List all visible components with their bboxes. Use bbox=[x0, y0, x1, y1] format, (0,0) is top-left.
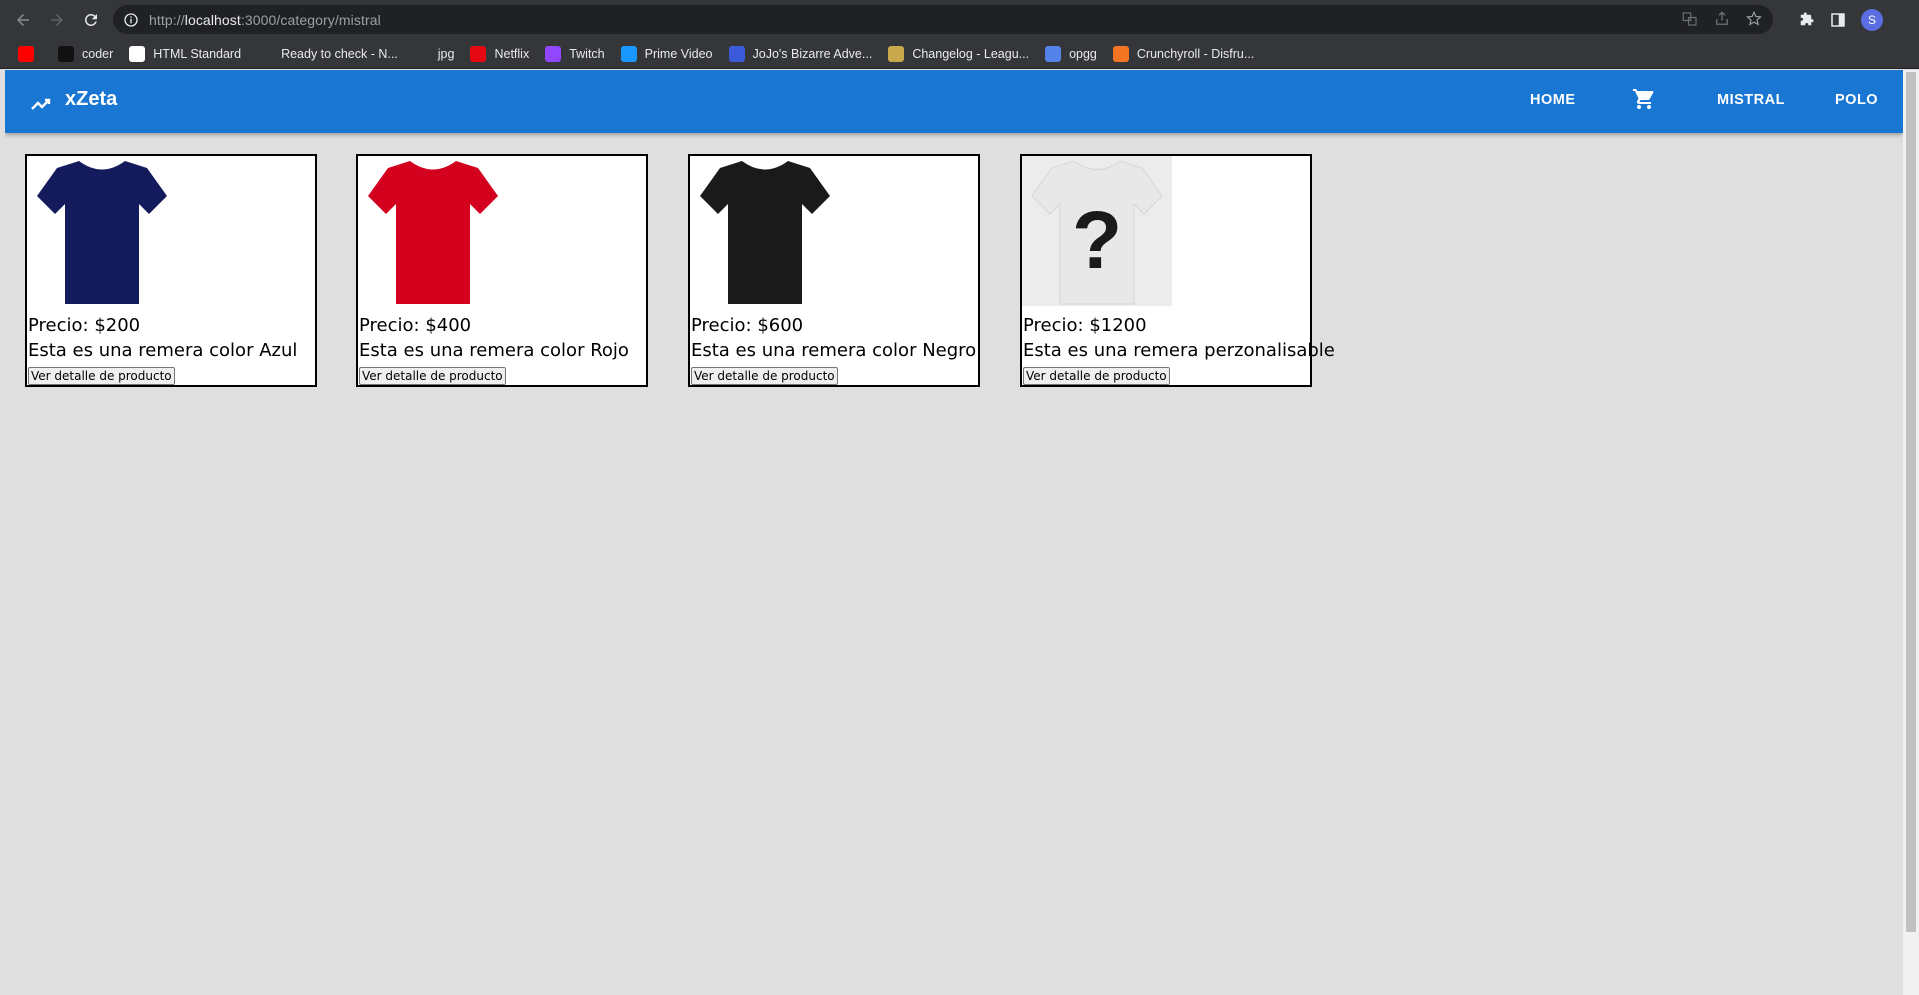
translate-icon[interactable] bbox=[1681, 10, 1699, 28]
product-image bbox=[368, 161, 498, 304]
netflix-icon bbox=[470, 45, 487, 62]
back-arrow-icon bbox=[17, 13, 29, 26]
bookmark-label: HTML Standard bbox=[153, 46, 242, 61]
bookmark-item[interactable]: Crunchyroll - Disfru... bbox=[1112, 45, 1255, 62]
bookmark-label: Ready to check - N... bbox=[281, 46, 398, 61]
view-product-detail-button[interactable]: Ver detalle de producto bbox=[1023, 367, 1170, 385]
bookmark-label: Prime Video bbox=[644, 46, 713, 61]
crunchyroll-icon bbox=[1112, 45, 1129, 62]
trending-up-icon bbox=[31, 98, 51, 110]
profile-avatar[interactable]: S bbox=[1861, 8, 1883, 31]
product-card: Precio: $600 Esta es una remera color Neg… bbox=[688, 154, 980, 387]
product-price: Precio: $600 bbox=[691, 315, 804, 336]
page-viewport: xZeta HOME MISTRAL POLO Precio: $200 Esta… bbox=[5, 70, 1903, 995]
product-card: ? Precio: $1200 Esta es una remera perzona… bbox=[1020, 154, 1335, 387]
bookmark-label: jpg bbox=[437, 46, 455, 61]
site-info-icon[interactable] bbox=[123, 12, 139, 28]
bookmark-item[interactable]: JoJo's Bizarre Adve... bbox=[728, 45, 873, 62]
product-price: Precio: $400 bbox=[359, 315, 472, 336]
bookmark-label: Changelog - Leagu... bbox=[912, 46, 1030, 61]
bookmark-label: JoJo's Bizarre Adve... bbox=[752, 46, 873, 61]
brand[interactable]: xZeta bbox=[29, 82, 117, 116]
product-description: Esta es una remera perzonalisable bbox=[1023, 340, 1335, 361]
bookmarks-bar: coder HTML Standard Ready to check - N... j… bbox=[0, 39, 1919, 69]
url-text[interactable]: http://localhost:3000/category/mistral bbox=[149, 12, 381, 28]
reload-icon bbox=[84, 13, 97, 26]
product-description: Esta es una remera color Rojo bbox=[359, 340, 629, 361]
product-card: Precio: $200 Esta es una remera color Azu… bbox=[25, 154, 317, 387]
product-image bbox=[700, 161, 830, 304]
browser-toolbar: http://localhost:3000/category/mistral S bbox=[0, 0, 1919, 39]
brand-name: xZeta bbox=[65, 87, 118, 110]
product-price: Precio: $200 bbox=[28, 315, 141, 336]
view-product-detail-button[interactable]: Ver detalle de producto bbox=[28, 367, 175, 385]
youtube-icon bbox=[18, 45, 34, 62]
bookmark-label: opgg bbox=[1069, 46, 1097, 61]
bookmark-item[interactable]: Netflix bbox=[470, 45, 530, 62]
bookmark-item[interactable] bbox=[18, 45, 42, 62]
url-path: :3000/category/mistral bbox=[240, 11, 381, 28]
changelog-icon bbox=[888, 45, 905, 62]
product-card: Precio: $400 Esta es una remera color Roj… bbox=[356, 154, 648, 387]
nav-polo-link[interactable]: POLO bbox=[1835, 92, 1878, 108]
bookmark-item[interactable]: HTML Standard bbox=[129, 45, 242, 62]
back-button[interactable] bbox=[9, 6, 37, 34]
jojo-icon bbox=[728, 45, 745, 62]
bookmark-star-icon[interactable] bbox=[1745, 10, 1763, 28]
bookmark-item[interactable]: Twitch bbox=[545, 45, 605, 62]
opgg-icon bbox=[1045, 45, 1062, 62]
nav-mistral-link[interactable]: MISTRAL bbox=[1717, 92, 1785, 108]
bookmark-item[interactable]: opgg bbox=[1045, 45, 1097, 62]
view-product-detail-button[interactable]: Ver detalle de producto bbox=[691, 367, 838, 385]
forward-arrow-icon bbox=[51, 13, 63, 26]
bookmark-item[interactable]: jpg bbox=[413, 45, 455, 62]
side-panel-icon[interactable] bbox=[1829, 11, 1847, 29]
bookmark-item[interactable]: Changelog - Leagu... bbox=[888, 45, 1030, 62]
product-image bbox=[37, 161, 167, 304]
shopping-cart-icon bbox=[1633, 89, 1654, 109]
product-image: ? bbox=[1022, 156, 1172, 306]
forward-button[interactable] bbox=[43, 6, 71, 34]
product-price: Precio: $1200 bbox=[1023, 315, 1147, 336]
url-host: localhost bbox=[184, 11, 241, 28]
reload-button[interactable] bbox=[77, 6, 105, 34]
share-icon[interactable] bbox=[1713, 10, 1731, 28]
html-standard-icon bbox=[129, 45, 146, 62]
extensions-puzzle-icon[interactable] bbox=[1797, 11, 1815, 29]
bookmark-item[interactable]: Ready to check - N... bbox=[257, 45, 398, 62]
nav-home-link[interactable]: HOME bbox=[1530, 92, 1576, 108]
nu-icon bbox=[257, 45, 274, 62]
bookmark-label: Crunchyroll - Disfru... bbox=[1136, 46, 1255, 61]
url-scheme: http:// bbox=[149, 11, 185, 28]
bookmark-item[interactable]: coder bbox=[58, 45, 114, 62]
svg-text:?: ? bbox=[1072, 195, 1122, 286]
bookmark-label: Netflix bbox=[494, 46, 530, 61]
app-navbar: xZeta HOME MISTRAL POLO bbox=[5, 70, 1903, 133]
prime-video-icon bbox=[620, 45, 637, 62]
bookmark-label: Twitch bbox=[569, 46, 605, 61]
scrollbar-thumb[interactable] bbox=[1906, 72, 1916, 932]
address-bar[interactable]: http://localhost:3000/category/mistral bbox=[113, 5, 1773, 34]
bookmark-label: coder bbox=[82, 46, 114, 61]
bookmark-item[interactable]: Prime Video bbox=[620, 45, 713, 62]
f-icon bbox=[413, 45, 430, 62]
coder-icon bbox=[58, 45, 74, 62]
twitch-icon bbox=[545, 45, 562, 62]
nav-cart-link[interactable] bbox=[1632, 87, 1656, 116]
product-description: Esta es una remera color Azul bbox=[28, 340, 298, 361]
product-description: Esta es una remera color Negro bbox=[691, 340, 977, 361]
page-scrollbar[interactable] bbox=[1903, 70, 1919, 995]
view-product-detail-button[interactable]: Ver detalle de producto bbox=[359, 367, 506, 385]
